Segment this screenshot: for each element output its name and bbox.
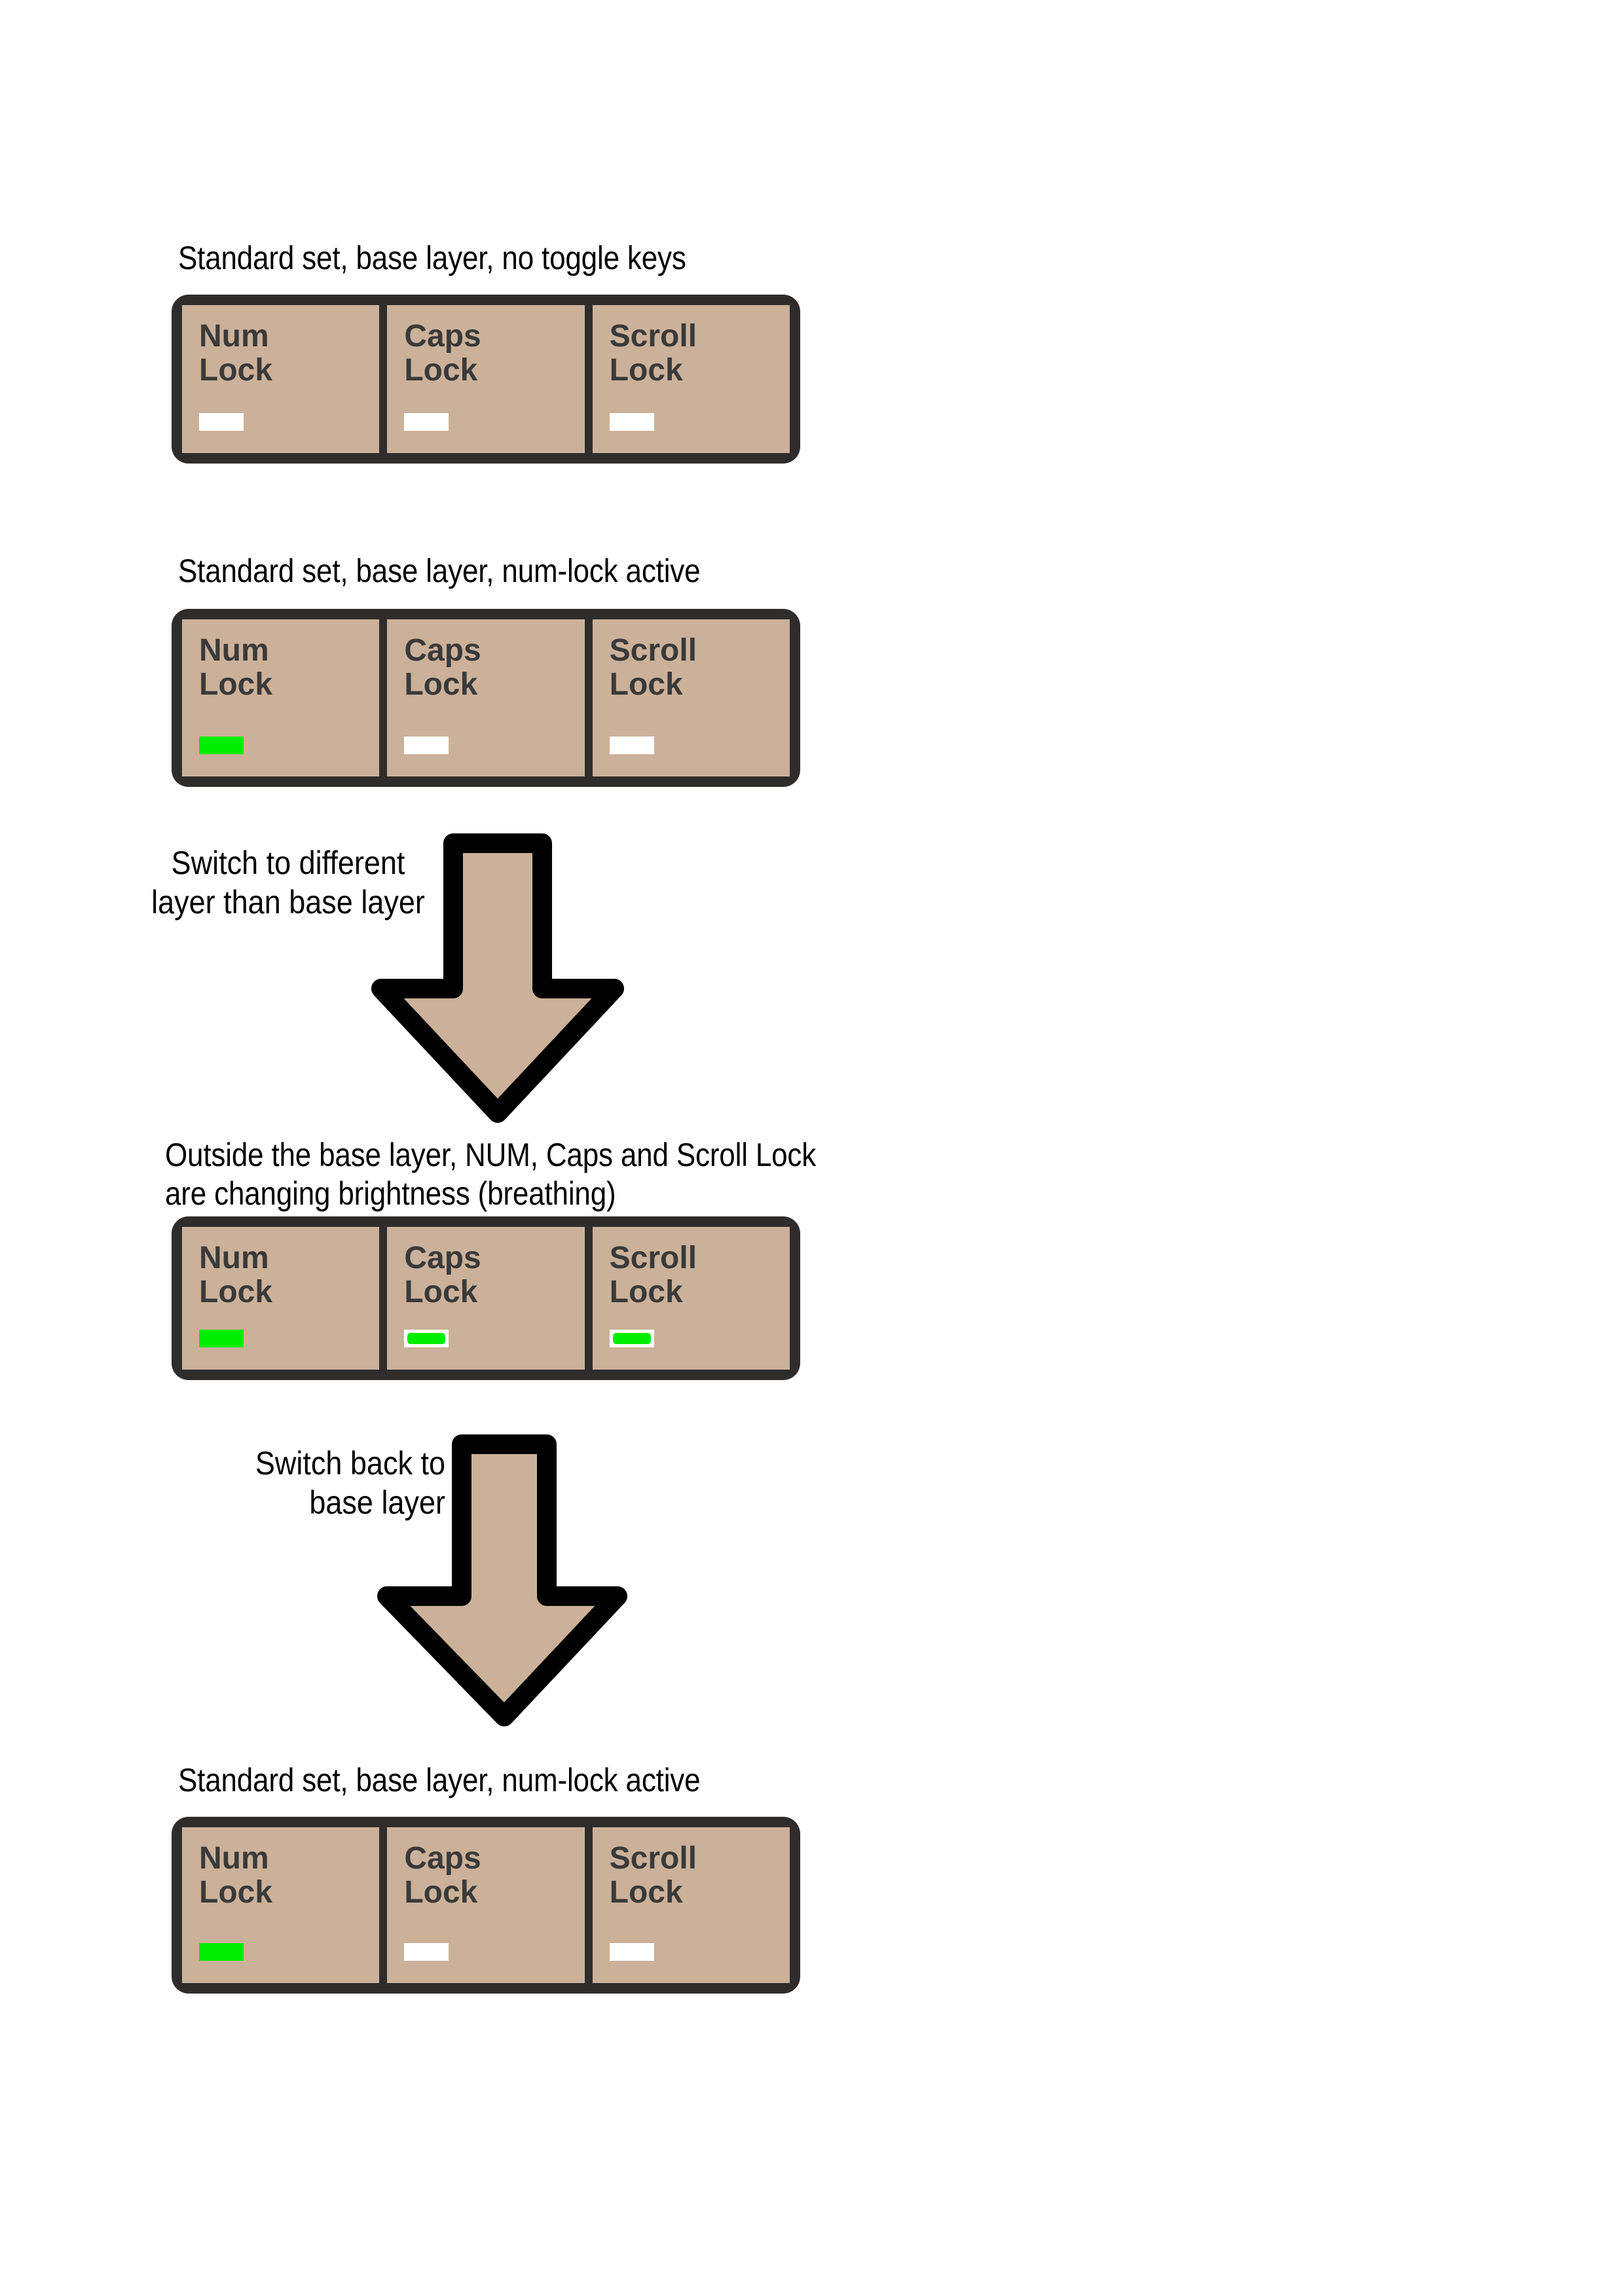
arrow-1-down-icon (367, 833, 629, 1124)
led-num-lock-icon (199, 737, 244, 754)
keyboard-section-1: Num Lock Caps Lock Scroll Lock (172, 295, 800, 464)
keycap-num-lock[interactable]: Num Lock (182, 619, 380, 776)
keycap-scroll-lock-label: Scroll Lock (609, 1241, 697, 1309)
keycap-caps-lock-label: Caps Lock (404, 319, 481, 388)
keycap-scroll-lock[interactable]: Scroll Lock (592, 1227, 790, 1370)
led-num-lock-icon (199, 1330, 244, 1347)
keycap-scroll-lock[interactable]: Scroll Lock (592, 305, 790, 453)
keycap-caps-lock[interactable]: Caps Lock (387, 305, 585, 453)
keyboard-section-4: Num Lock Caps Lock Scroll Lock (172, 1817, 800, 1994)
keycap-num-lock-label: Num Lock (199, 319, 273, 388)
led-num-lock-icon (199, 1943, 244, 1961)
keycap-scroll-lock-label: Scroll Lock (609, 1841, 697, 1910)
led-num-lock-icon (199, 413, 244, 431)
section-2-caption: Standard set, base layer, num-lock activ… (178, 553, 701, 589)
keycap-caps-lock[interactable]: Caps Lock (387, 1227, 585, 1370)
keycap-scroll-lock-label: Scroll Lock (609, 319, 697, 388)
keycap-num-lock[interactable]: Num Lock (182, 1827, 380, 1983)
led-scroll-lock-icon (609, 413, 654, 431)
section-4-caption: Standard set, base layer, num-lock activ… (178, 1762, 701, 1798)
keycap-scroll-lock-label: Scroll Lock (609, 633, 697, 702)
arrow-2-down-icon (370, 1434, 632, 1728)
keycap-caps-lock[interactable]: Caps Lock (387, 1827, 585, 1983)
led-scroll-lock-icon (609, 737, 654, 754)
led-caps-lock-icon (404, 413, 449, 431)
keycap-caps-lock-label: Caps Lock (404, 1241, 481, 1309)
keyboard-section-2: Num Lock Caps Lock Scroll Lock (172, 609, 800, 787)
led-scroll-lock-icon (609, 1943, 654, 1961)
led-scroll-lock-breathing-icon (609, 1330, 654, 1347)
led-caps-lock-icon (404, 737, 449, 754)
section-1-caption: Standard set, base layer, no toggle keys (178, 240, 686, 276)
diagram-canvas: Standard set, base layer, no toggle keys… (0, 0, 1624, 2296)
keycap-num-lock[interactable]: Num Lock (182, 305, 380, 453)
led-core (407, 1333, 446, 1344)
led-caps-lock-breathing-icon (404, 1330, 449, 1347)
keycap-num-lock-label: Num Lock (199, 1841, 273, 1910)
keycap-caps-lock-label: Caps Lock (404, 1841, 481, 1910)
keycap-scroll-lock[interactable]: Scroll Lock (592, 1827, 790, 1983)
keycap-caps-lock-label: Caps Lock (404, 633, 481, 702)
keycap-num-lock-label: Num Lock (199, 1241, 273, 1309)
keycap-num-lock-label: Num Lock (199, 633, 273, 702)
keyboard-section-3: Num Lock Caps Lock Scroll Lock (172, 1216, 800, 1380)
keycap-scroll-lock[interactable]: Scroll Lock (592, 619, 790, 776)
keycap-caps-lock[interactable]: Caps Lock (387, 619, 585, 776)
keycap-num-lock[interactable]: Num Lock (182, 1227, 380, 1370)
led-caps-lock-icon (404, 1943, 449, 1961)
section-3-caption: Outside the base layer, NUM, Caps and Sc… (165, 1137, 817, 1212)
led-core (612, 1333, 651, 1344)
